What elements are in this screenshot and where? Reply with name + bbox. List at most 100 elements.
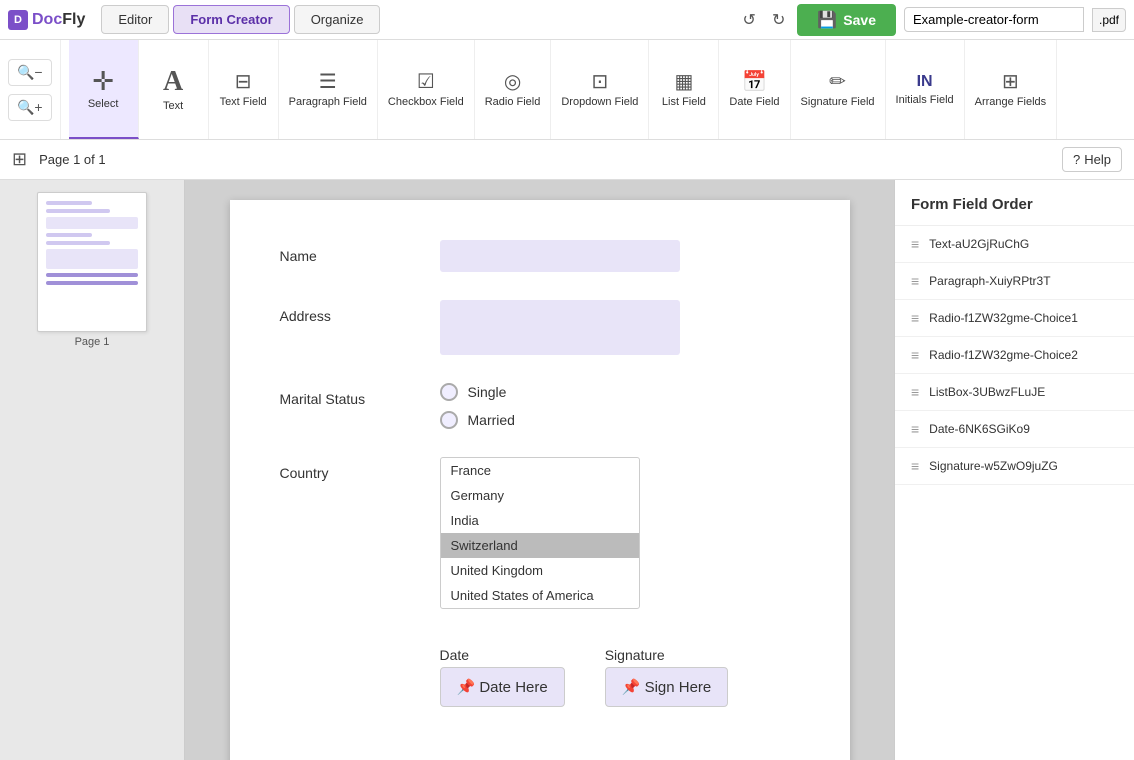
field-order-label: Radio-f1ZW32gme-Choice1 <box>929 311 1078 325</box>
address-row: Address <box>280 300 800 355</box>
field-order-item[interactable]: ≡ ListBox-3UBwzFLuJE <box>895 374 1134 411</box>
country-row: Country France Germany India Switzerland… <box>280 457 800 609</box>
list-field-tool[interactable]: ▦ List Field <box>649 40 719 139</box>
subbar: ⊞ Page 1 of 1 ? Help <box>0 140 1134 180</box>
text-label: Text <box>163 100 183 112</box>
radio-married[interactable]: Married <box>440 411 800 429</box>
field-order-item[interactable]: ≡ Text-aU2GjRuChG <box>895 226 1134 263</box>
signature-section-label: Signature <box>605 647 729 663</box>
field-order-item[interactable]: ≡ Date-6NK6SGiKo9 <box>895 411 1134 448</box>
save-icon: 💾 <box>817 10 837 30</box>
thumbnail-sidebar: Page 1 <box>0 180 185 760</box>
field-order-item[interactable]: ≡ Radio-f1ZW32gme-Choice2 <box>895 337 1134 374</box>
arrange-fields-icon: ⊞ <box>1002 72 1019 92</box>
list-item[interactable]: Germany <box>441 483 639 508</box>
field-order-item[interactable]: ≡ Signature-w5ZwO9juZG <box>895 448 1134 485</box>
arrange-fields-tool[interactable]: ⊞ Arrange Fields <box>965 40 1058 139</box>
list-field-icon: ▦ <box>674 72 693 92</box>
thumbnail-image <box>37 192 147 332</box>
country-listbox[interactable]: France Germany India Switzerland United … <box>440 457 640 609</box>
drag-icon: ≡ <box>911 458 919 474</box>
list-field-label: List Field <box>662 96 706 108</box>
thumb-decoration <box>46 241 110 245</box>
topbar-right: ↺ ↻ 💾 Save .pdf <box>739 4 1126 36</box>
form-creator-tab[interactable]: Form Creator <box>173 5 289 34</box>
address-control <box>440 300 800 355</box>
drag-icon: ≡ <box>911 421 919 437</box>
radio-circle-single <box>440 383 458 401</box>
date-field-tool[interactable]: 📅 Date Field <box>719 40 790 139</box>
thumb-decoration <box>46 281 138 285</box>
marital-status-control: Single Married <box>440 383 800 429</box>
sign-button[interactable]: 📌 Sign Here <box>605 667 729 707</box>
radio-label-married: Married <box>468 412 515 428</box>
field-order-item[interactable]: ≡ Paragraph-XuiyRPtr3T <box>895 263 1134 300</box>
country-control: France Germany India Switzerland United … <box>440 457 800 609</box>
list-item[interactable]: United Kingdom <box>441 558 639 583</box>
paragraph-field-tool[interactable]: ☰ Paragraph Field <box>279 40 378 139</box>
field-order-item[interactable]: ≡ Radio-f1ZW32gme-Choice1 <box>895 300 1134 337</box>
radio-label-single: Single <box>468 384 507 400</box>
field-order-label: Radio-f1ZW32gme-Choice2 <box>929 348 1078 362</box>
undo-button[interactable]: ↺ <box>739 8 760 32</box>
initials-field-icon: IN <box>917 74 933 90</box>
list-item[interactable]: India <box>441 508 639 533</box>
date-field-label: Date Field <box>729 96 779 108</box>
address-label: Address <box>280 300 440 324</box>
name-label: Name <box>280 240 440 264</box>
text-icon: A <box>163 68 183 96</box>
radio-single[interactable]: Single <box>440 383 800 401</box>
country-label: Country <box>280 457 440 481</box>
checkbox-field-tool[interactable]: ☑ Checkbox Field <box>378 40 475 139</box>
signature-section: Signature 📌 Sign Here <box>605 647 729 707</box>
list-item[interactable]: United States of America <box>441 583 639 608</box>
text-tool[interactable]: A Text <box>139 40 209 139</box>
list-item[interactable]: France <box>441 458 639 483</box>
drag-icon: ≡ <box>911 347 919 363</box>
date-field-icon: 📅 <box>742 72 767 92</box>
field-order-label: Text-aU2GjRuChG <box>929 237 1029 251</box>
checkbox-field-label: Checkbox Field <box>388 96 464 108</box>
canvas-area: Name Address Marital Status <box>185 180 894 760</box>
help-icon: ? <box>1073 152 1080 167</box>
dropdown-field-icon: ⊡ <box>592 72 609 92</box>
checkbox-field-icon: ☑ <box>417 72 435 92</box>
filename-input[interactable] <box>904 7 1084 32</box>
thumb-decoration <box>46 201 92 205</box>
help-button[interactable]: ? Help <box>1062 147 1122 172</box>
arrange-fields-label: Arrange Fields <box>975 96 1047 108</box>
field-order-panel: Form Field Order ≡ Text-aU2GjRuChG ≡ Par… <box>894 180 1134 760</box>
toolbar: 🔍− 🔍+ ✛ Select A Text ⊟ Text Field ☰ Par… <box>0 40 1134 140</box>
date-label-spacer <box>280 637 440 645</box>
pdf-extension: .pdf <box>1092 8 1126 32</box>
initials-field-tool[interactable]: IN Initials Field <box>886 40 965 139</box>
paragraph-field-label: Paragraph Field <box>289 96 367 108</box>
dropdown-field-tool[interactable]: ⊡ Dropdown Field <box>551 40 649 139</box>
thumb-decoration <box>46 273 138 277</box>
page-1-thumbnail[interactable]: Page 1 <box>37 192 147 348</box>
main-area: Page 1 Name Address Marital Status <box>0 180 1134 760</box>
editor-tab[interactable]: Editor <box>101 5 169 34</box>
name-row: Name <box>280 240 800 272</box>
marital-status-row: Marital Status Single Married <box>280 383 800 429</box>
radio-field-tool[interactable]: ◎ Radio Field <box>475 40 552 139</box>
select-tool[interactable]: ✛ Select <box>69 40 139 139</box>
address-field[interactable] <box>440 300 680 355</box>
list-item-selected[interactable]: Switzerland <box>441 533 639 558</box>
thumb-decoration <box>46 233 92 237</box>
name-field[interactable] <box>440 240 680 272</box>
signature-field-tool[interactable]: ✏ Signature Field <box>791 40 886 139</box>
dropdown-field-label: Dropdown Field <box>561 96 638 108</box>
zoom-out-button[interactable]: 🔍− <box>8 59 52 86</box>
paragraph-field-icon: ☰ <box>319 72 337 92</box>
organize-tab[interactable]: Organize <box>294 5 381 34</box>
grid-view-icon[interactable]: ⊞ <box>12 149 27 170</box>
save-button[interactable]: 💾 Save <box>797 4 896 36</box>
thumb-decoration <box>46 217 138 229</box>
zoom-in-button[interactable]: 🔍+ <box>8 94 52 121</box>
date-button[interactable]: 📌 Date Here <box>440 667 565 707</box>
text-field-tool[interactable]: ⊟ Text Field <box>209 40 279 139</box>
redo-button[interactable]: ↻ <box>768 8 789 32</box>
date-signature-control: Date 📌 Date Here Signature 📌 Sign Here <box>440 637 800 707</box>
date-signature-row: Date 📌 Date Here Signature 📌 Sign Here <box>280 637 800 707</box>
